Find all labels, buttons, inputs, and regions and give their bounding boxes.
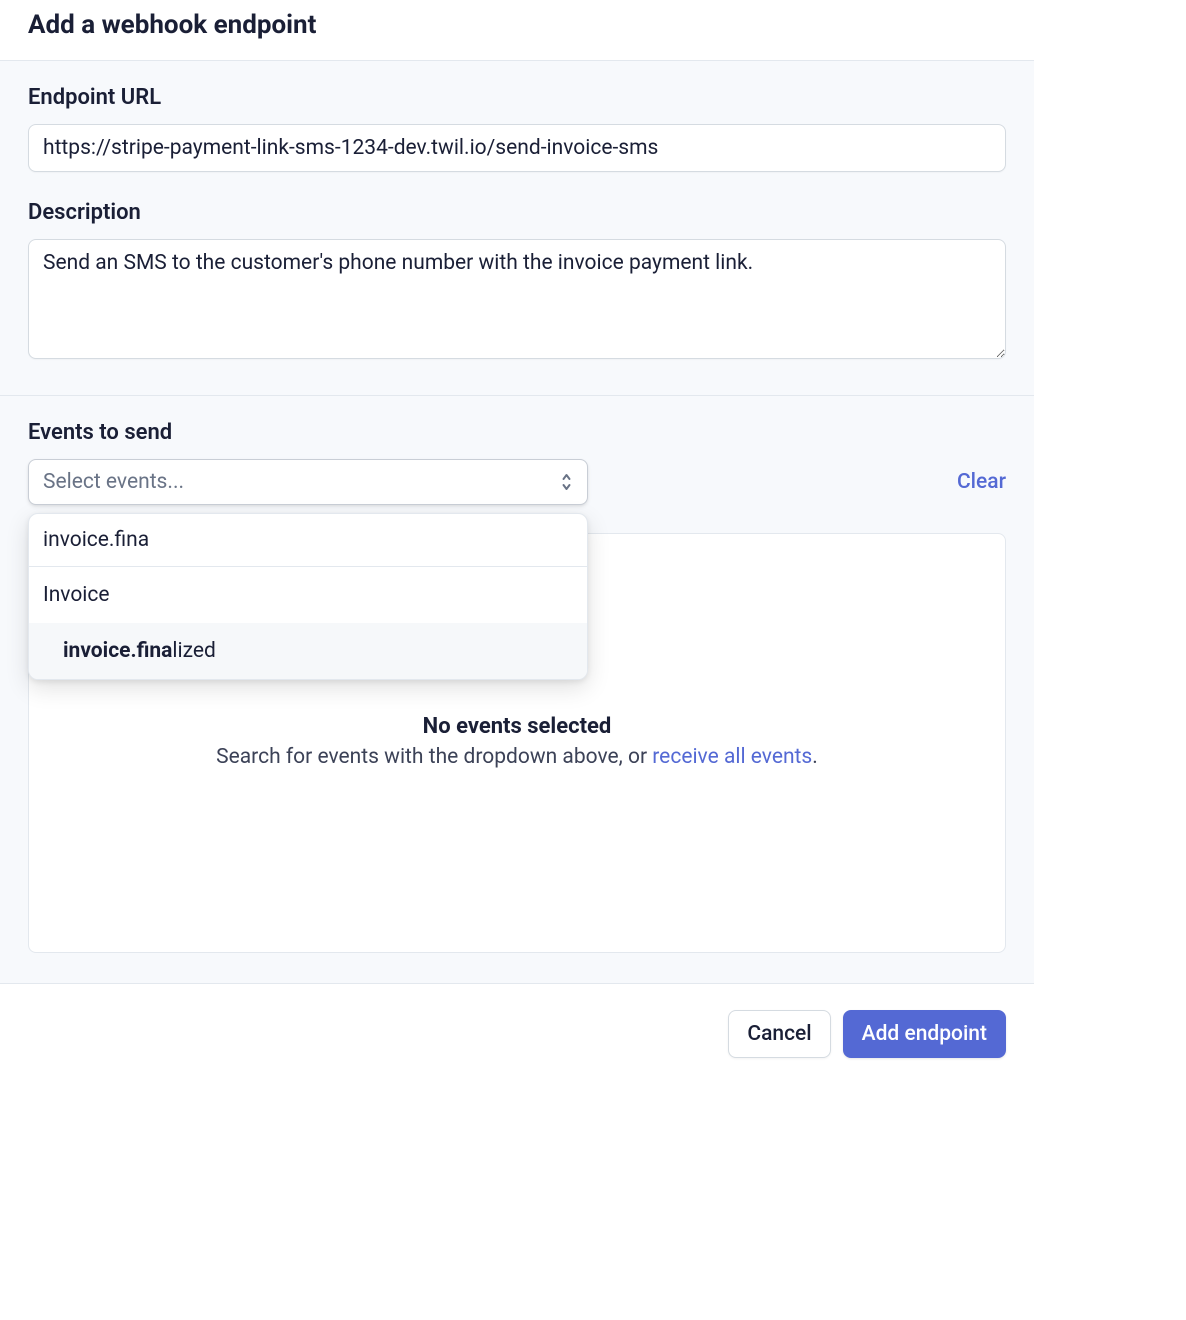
description-textarea[interactable] (28, 239, 1006, 359)
receive-all-events-link[interactable]: receive all events (652, 745, 812, 769)
endpoint-url-input[interactable] (28, 124, 1006, 172)
option-match-text: invoice.fina (63, 639, 172, 663)
events-option-invoice-finalized[interactable]: invoice.finalized (29, 623, 587, 679)
chevron-updown-icon (560, 473, 573, 491)
add-endpoint-button[interactable]: Add endpoint (843, 1010, 1006, 1058)
footer: Cancel Add endpoint (0, 983, 1034, 1084)
events-group-invoice[interactable]: Invoice (29, 567, 587, 623)
description-label: Description (28, 200, 1006, 225)
events-select[interactable]: Select events... (28, 459, 588, 505)
option-rest-text: lized (172, 639, 215, 663)
cancel-button[interactable]: Cancel (728, 1010, 830, 1058)
events-section: Events to send Select events... invoice.… (0, 395, 1034, 983)
events-dropdown: invoice.fina Invoice invoice.finalized (28, 513, 588, 680)
empty-events-title: No events selected (216, 714, 818, 739)
endpoint-url-label: Endpoint URL (28, 85, 1006, 110)
empty-events-subtitle: Search for events with the dropdown abov… (216, 743, 818, 772)
empty-sub-suffix: . (812, 745, 818, 769)
empty-sub-prefix: Search for events with the dropdown abov… (216, 745, 652, 769)
endpoint-url-section: Endpoint URL Description (0, 60, 1034, 395)
clear-events-link[interactable]: Clear (957, 470, 1006, 494)
events-label: Events to send (28, 420, 1006, 445)
events-search-input[interactable]: invoice.fina (29, 514, 587, 567)
page-title: Add a webhook endpoint (28, 10, 1006, 40)
events-select-placeholder: Select events... (43, 470, 184, 494)
